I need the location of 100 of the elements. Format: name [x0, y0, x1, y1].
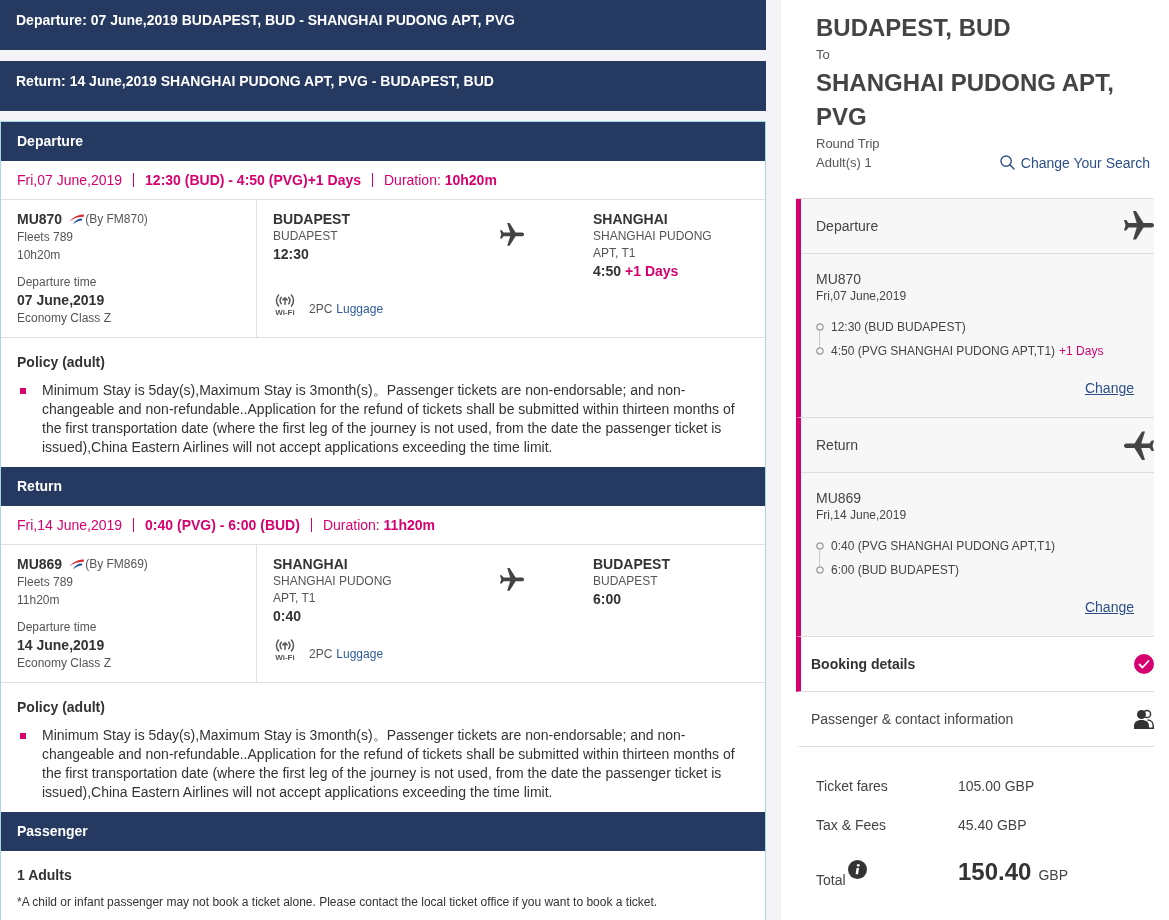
fare-label: Ticket fares: [816, 777, 889, 796]
section-header: Passenger: [1, 812, 765, 851]
stop-text: 4:50 (PVG SHANGHAI PUDONG APT,T1): [831, 344, 1056, 358]
section-header: Departure: [1, 122, 765, 161]
flight-times: 0:40 (PVG) - 6:00 (BUD): [145, 516, 300, 534]
cabin-class: Economy Class Z: [17, 655, 113, 672]
city-name: BUDAPEST: [593, 555, 671, 573]
wifi-icon: [274, 293, 296, 308]
step-row[interactable]: Booking details: [796, 637, 1154, 692]
passenger-note: *A child or infant passenger may not book a ticket alone. Please contact the local ticket office if you want to book a ticket.: [17, 894, 659, 910]
timeline-dot-icon: [816, 347, 824, 355]
cabin-class: Economy Class Z: [17, 310, 113, 327]
plane-icon: [500, 223, 524, 247]
wifi-label: Wi-Fi: [275, 308, 295, 317]
fare-label: Tax & Fees: [816, 816, 888, 835]
city-name: SHANGHAI: [273, 555, 349, 573]
bullet-icon: [20, 733, 26, 739]
route-banner: Return: 14 June,2019 SHANGHAI PUDONG APT, PVG - BUDAPEST, BUD: [0, 61, 766, 111]
flight-time: 10h20m: [17, 247, 62, 264]
timeline-dot-icon: [816, 323, 824, 331]
policy-text: Minimum Stay is 5day(s),Maximum Stay is 3month(s)。Passenger tickets are non-endorsable; and non-changeable and non-refundable..Application for the refund of tickets shall be submitted within thirteen months of the first transportation date (where the first leg of the journey is not used, from the date the passenger ticket is issued),China Eastern Airlines will not accept applications exceeding the time limit.: [42, 726, 736, 802]
plane-icon: [500, 568, 524, 592]
trip-type: Round Trip: [816, 135, 881, 153]
fare-value: 105.00 GBP: [958, 777, 1036, 796]
airport-name: BUDAPEST: [593, 573, 659, 590]
stop-text: 0:40 (PVG SHANGHAI PUDONG APT,T1): [831, 539, 1056, 553]
arrival-departure-time: 0:40: [273, 608, 302, 624]
step-title: Passenger & contact information: [811, 710, 1014, 728]
arrival-departure-time: 12:30: [273, 246, 309, 262]
fare-value: 45.40 GBP: [958, 816, 1028, 835]
flight-duration: Duration: 10h20m: [384, 171, 497, 189]
total-label: Total: [816, 870, 846, 889]
to-label: To: [816, 46, 831, 64]
day-offset: +1 Days: [1059, 344, 1104, 358]
passenger-count: 1 Adults: [17, 866, 73, 884]
info-icon[interactable]: [847, 859, 867, 879]
baggage-allowance: 2PC: [309, 646, 333, 662]
flight-times: 12:30 (BUD) - 4:50 (PVG)+1 Days: [145, 171, 361, 189]
step-flight-number: MU869: [816, 489, 863, 507]
departure-date: 14 June,2019: [17, 636, 106, 654]
timeline-dot-icon: [816, 542, 824, 550]
timeline-line: [819, 550, 820, 567]
day-offset: +1 Days: [625, 263, 679, 279]
city-name: BUDAPEST: [273, 210, 351, 228]
flight-date: Fri,07 June,2019: [17, 171, 123, 189]
airline-logo-icon: [69, 213, 85, 225]
flight-date: Fri,14 June,2019: [17, 516, 123, 534]
origin-title: BUDAPEST, BUD: [816, 13, 1012, 43]
arrival-departure-time: 6:00: [593, 591, 622, 607]
bullet-icon: [20, 388, 26, 394]
search-icon: [999, 155, 1015, 170]
stop-text: 12:30 (BUD BUDAPEST): [831, 320, 966, 334]
city-name: SHANGHAI: [593, 210, 669, 228]
luggage-link[interactable]: Luggage: [336, 301, 384, 317]
step-flight-date: Fri,07 June,2019: [816, 288, 908, 304]
change-link[interactable]: Change: [1084, 598, 1134, 616]
operating-carrier: (By FM870): [85, 211, 148, 228]
step-title: Return: [816, 436, 859, 454]
step-flight-number: MU870: [816, 270, 863, 288]
destination-title: SHANGHAI PUDONG APT, PVG: [816, 68, 1115, 132]
flight-number: MU869: [17, 555, 63, 573]
route-banner: Departure: 07 June,2019 BUDAPEST, BUD - SHANGHAI PUDONG APT, PVG: [0, 0, 766, 50]
stop-text: 6:00 (BUD BUDAPEST): [831, 563, 960, 577]
operating-carrier: (By FM869): [85, 556, 148, 573]
airport-name: SHANGHAI PUDONG APT, T1: [273, 573, 393, 607]
traveller-count: Adult(s) 1: [816, 154, 872, 172]
flight-duration: Duration: 11h20m: [322, 516, 435, 534]
check-circle-icon: [1134, 654, 1154, 674]
departure-time-label: Departure time: [17, 274, 98, 291]
flight-time: 11h20m: [17, 592, 61, 609]
flight-step-card[interactable]: Return MU869 Fri,14 June,2019 0:40 (PVG SHANGHAI PUDONG APT,T1) 6:00 (BUD BUDAPEST) Change: [796, 418, 1154, 637]
people-icon: [1134, 709, 1154, 729]
plane-icon: [1124, 211, 1154, 241]
flight-number: MU870: [17, 210, 63, 228]
policy-text: Minimum Stay is 5day(s),Maximum Stay is 3month(s)。Passenger tickets are non-endorsable; and non-changeable and non-refundable..Application for the refund of tickets shall be submitted within thirteen months of the first transportation date (where the first leg of the journey is not used, from the date the passenger ticket is issued),China Eastern Airlines will not accept applications exceeding the time limit.: [42, 381, 736, 457]
departure-time-label: Departure time: [17, 619, 98, 636]
arrival-departure-time: 4:50: [593, 263, 622, 279]
step-title: Departure: [816, 217, 879, 235]
policy-title: Policy (adult): [17, 698, 106, 716]
timeline-line: [819, 331, 820, 348]
policy-title: Policy (adult): [17, 353, 106, 371]
aircraft-type: Fleets 789: [17, 229, 75, 246]
flight-step-card[interactable]: Departure MU870 Fri,07 June,2019 12:30 (BUD BUDAPEST) 4:50 (PVG SHANGHAI PUDONG APT,T1) +1 Days Change: [796, 199, 1154, 418]
airport-name: BUDAPEST: [273, 228, 339, 245]
baggage-allowance: 2PC: [309, 301, 333, 317]
change-link[interactable]: Change: [1084, 379, 1134, 397]
luggage-link[interactable]: Luggage: [336, 646, 384, 662]
step-title: Booking details: [811, 655, 916, 673]
change-search-link[interactable]: Change Your Search: [999, 153, 1150, 172]
section-header: Return: [1, 467, 765, 506]
wifi-label: Wi-Fi: [275, 653, 295, 662]
aircraft-type: Fleets 789: [17, 574, 75, 591]
timeline-dot-icon: [816, 566, 824, 574]
departure-date: 07 June,2019: [17, 291, 106, 309]
total-amount: 150.40: [958, 857, 1032, 887]
wifi-icon: [274, 638, 296, 653]
total-currency: GBP: [1038, 866, 1068, 885]
airline-logo-icon: [69, 558, 85, 570]
airport-name: SHANGHAI PUDONG APT, T1: [593, 228, 713, 262]
step-flight-date: Fri,14 June,2019: [816, 507, 908, 523]
